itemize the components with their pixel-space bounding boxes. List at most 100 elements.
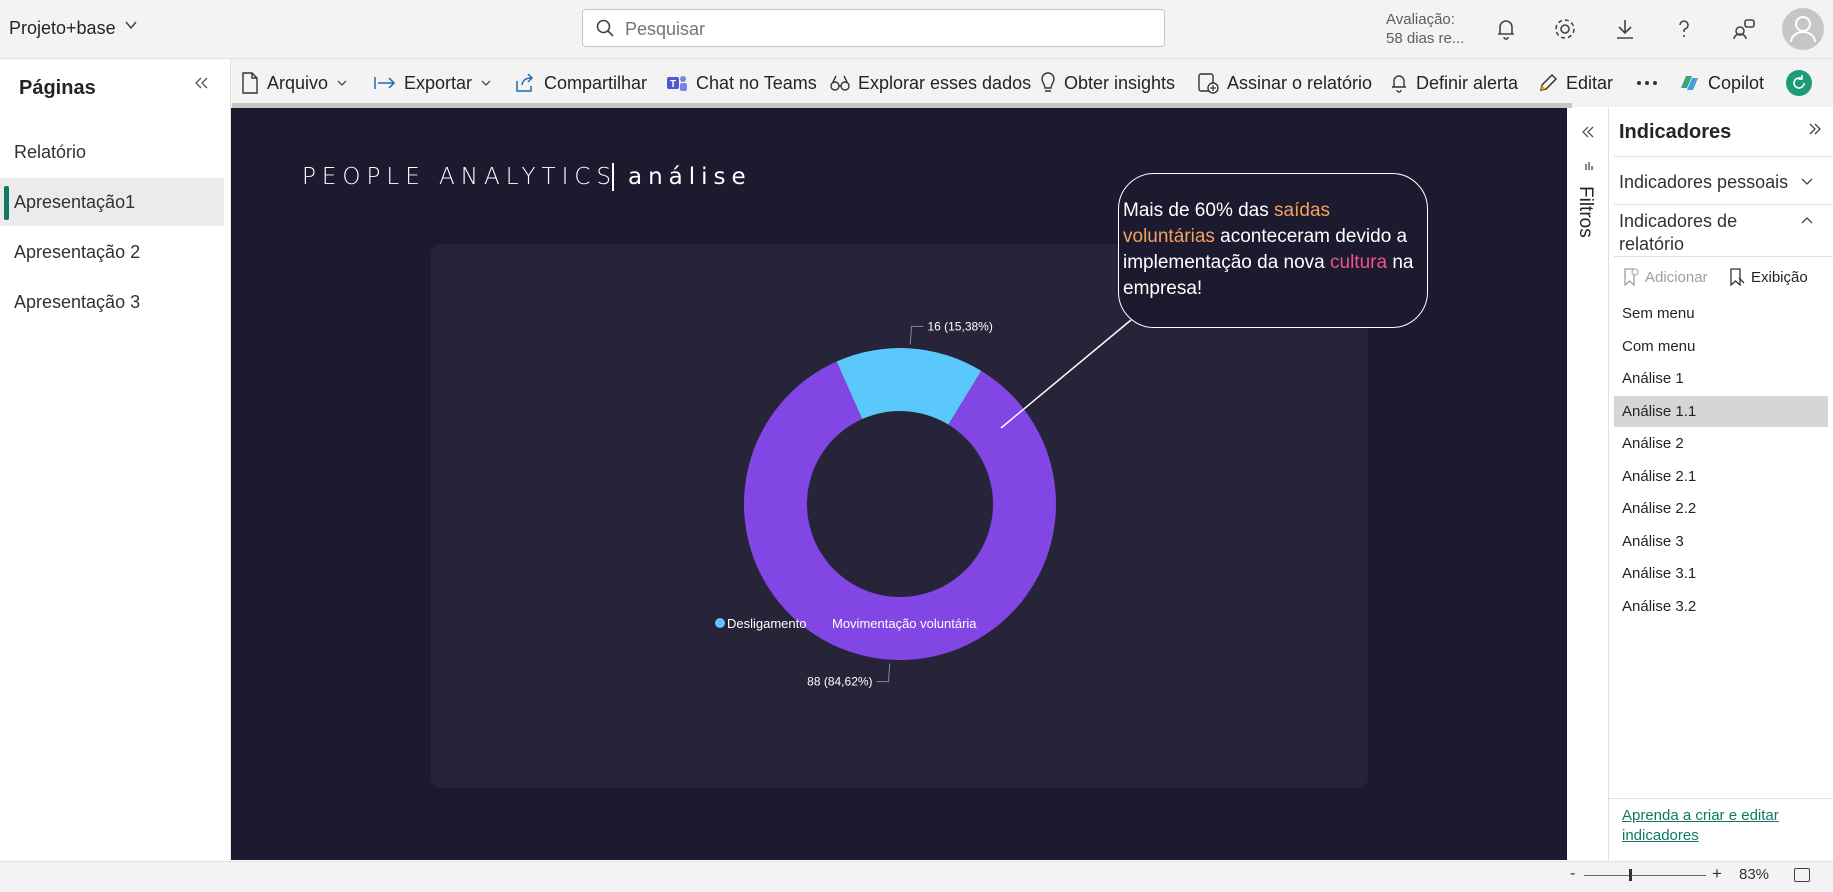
zoom-out-button[interactable]: -	[1570, 865, 1575, 883]
zoom-slider[interactable]	[1584, 875, 1706, 876]
double-chevron-left-icon	[195, 77, 208, 89]
bookmark-item-label: Análise 2.1	[1622, 467, 1697, 485]
export-icon	[374, 77, 396, 89]
avatar[interactable]	[1782, 8, 1824, 50]
page-item-label: Apresentação1	[14, 192, 136, 212]
subscribe-icon	[1198, 73, 1219, 94]
teams-chat-button[interactable]: T Chat no Teams	[666, 71, 817, 95]
more-options-button[interactable]	[1636, 71, 1658, 95]
chevron-down-icon[interactable]	[124, 18, 138, 35]
bookmark-item[interactable]: Análise 3.1	[1614, 558, 1828, 589]
bookmark-item-label: Análise 3	[1622, 532, 1684, 550]
zoom-in-button[interactable]: +	[1712, 864, 1722, 884]
page-item-apresentacao-3[interactable]: Apresentação 3	[0, 278, 224, 326]
zoom-percentage: 83%	[1739, 866, 1770, 883]
legend-label[interactable]: Movimentação voluntária	[832, 616, 977, 631]
report-subtitle: análise	[628, 164, 752, 190]
share-button[interactable]: Compartilhar	[514, 71, 647, 95]
report-title: PEOPLE ANALYTICS	[302, 164, 618, 190]
fit-to-page-icon[interactable]	[1794, 868, 1810, 882]
download-icon[interactable]	[1612, 16, 1638, 42]
refresh-button[interactable]	[1786, 70, 1812, 96]
user-icon	[1790, 16, 1816, 43]
collapse-pages-button[interactable]	[193, 74, 209, 95]
legend-label[interactable]: Desligamento	[727, 616, 807, 631]
trial-status[interactable]: Avaliação: 58 dias re...	[1386, 10, 1464, 48]
bookmark-item[interactable]: Com menu	[1614, 331, 1828, 362]
view-bookmarks-label: Exibição	[1751, 268, 1808, 286]
help-icon[interactable]	[1671, 16, 1697, 42]
bookmark-item[interactable]: Sem menu	[1614, 298, 1828, 329]
divider	[1614, 256, 1833, 257]
file-icon	[242, 72, 258, 94]
explore-data-button[interactable]: Explorar esses dados	[830, 71, 1031, 95]
bookmark-item[interactable]: Análise 3	[1614, 526, 1828, 557]
chevron-up-icon[interactable]	[1800, 213, 1814, 229]
legend-marker	[820, 618, 830, 628]
subscribe-report-button[interactable]: Assinar o relatório	[1197, 71, 1372, 95]
data-label-leader	[876, 663, 891, 683]
export-menu-button[interactable]: Exportar	[374, 71, 492, 95]
search-icon	[596, 19, 614, 37]
add-bookmark-button[interactable]: Adicionar	[1623, 268, 1708, 286]
divider	[1614, 204, 1833, 205]
search-input[interactable]	[623, 18, 1147, 40]
chevron-down-icon[interactable]	[1800, 175, 1814, 191]
teams-icon: T	[667, 76, 687, 91]
bookmark-item[interactable]: Análise 1.1	[1614, 395, 1828, 427]
section-label: Indicadores de relatório	[1619, 211, 1738, 254]
edit-button[interactable]: Editar	[1538, 71, 1613, 95]
bookmark-item-label: Sem menu	[1622, 305, 1695, 322]
expand-filters-button[interactable]	[1581, 125, 1595, 143]
collapse-bookmarks-button[interactable]	[1808, 122, 1822, 140]
set-alert-button[interactable]: Definir alerta	[1390, 71, 1518, 95]
file-menu-button[interactable]: Arquivo	[241, 71, 348, 95]
gear-icon[interactable]	[1552, 16, 1578, 42]
copilot-button[interactable]: Copilot	[1678, 71, 1764, 95]
filters-label: Filtros	[1575, 186, 1596, 238]
bookmark-item[interactable]: Análise 3.2	[1614, 591, 1828, 622]
page-item-apresentacao-2[interactable]: Apresentação 2	[0, 228, 224, 276]
more-options-icon	[1637, 81, 1657, 85]
learn-bookmarks-link[interactable]: Aprenda a criar e editar indicadores	[1622, 806, 1822, 846]
callout-bubble[interactable]: Mais de 60% das saídas voluntárias acont…	[1118, 173, 1428, 328]
callout-text: Mais de 60% das saídas voluntárias acont…	[1123, 198, 1427, 302]
page-item-relatorio[interactable]: Relatório	[0, 128, 224, 176]
refresh-icon	[1793, 75, 1805, 89]
page-item-apresentacao1[interactable]: Apresentação1	[0, 178, 224, 226]
explore-data-label: Explorar esses dados	[858, 72, 1032, 93]
title-separator	[612, 163, 614, 191]
get-insights-button[interactable]: Obter insights	[1040, 71, 1175, 95]
bookmark-item-label: Análise 2.2	[1622, 500, 1697, 517]
trial-label: Avaliação:	[1386, 11, 1455, 28]
bookmark-item[interactable]: Análise 2.1	[1614, 461, 1828, 492]
zoom-slider-thumb[interactable]	[1629, 869, 1633, 881]
callout-highlight: cultura	[1330, 252, 1388, 273]
callout-text-part: Mais de 60% das	[1123, 200, 1275, 221]
data-label: 88 (84,62%)	[807, 675, 872, 689]
page-item-label: Relatório	[14, 142, 87, 162]
bookmark-item-label: Análise 3.1	[1622, 565, 1697, 582]
view-bookmarks-button[interactable]: Exibição	[1729, 268, 1808, 286]
page-item-label: Apresentação 2	[14, 242, 141, 262]
workspace-name[interactable]: Projeto+base	[9, 18, 116, 39]
bookmark-item-label: Análise 1.1	[1622, 402, 1697, 420]
filter-icon	[1585, 162, 1593, 170]
file-menu-label: Arquivo	[267, 72, 329, 93]
command-bar: Arquivo Exportar Compartilhar T Chat no …	[231, 59, 1833, 107]
search-box[interactable]	[582, 9, 1165, 47]
bookmark-add-icon	[1624, 268, 1639, 286]
notifications-icon[interactable]	[1493, 16, 1519, 42]
get-insights-label: Obter insights	[1064, 72, 1176, 93]
section-personal-bookmarks[interactable]: Indicadores pessoais	[1619, 172, 1788, 193]
bookmark-item[interactable]: Análise 1	[1614, 363, 1828, 394]
feedback-icon[interactable]	[1731, 16, 1757, 42]
pencil-icon	[1540, 73, 1558, 91]
chevron-down-icon	[481, 80, 491, 86]
section-report-bookmarks[interactable]: Indicadores de relatório	[1619, 210, 1789, 256]
edit-label: Editar	[1566, 72, 1614, 93]
bookmark-item[interactable]: Análise 2	[1614, 428, 1828, 459]
bookmark-item[interactable]: Análise 2.2	[1614, 493, 1828, 524]
bookmark-item-label: Análise 3.2	[1622, 597, 1697, 615]
teams-chat-label: Chat no Teams	[696, 72, 817, 93]
